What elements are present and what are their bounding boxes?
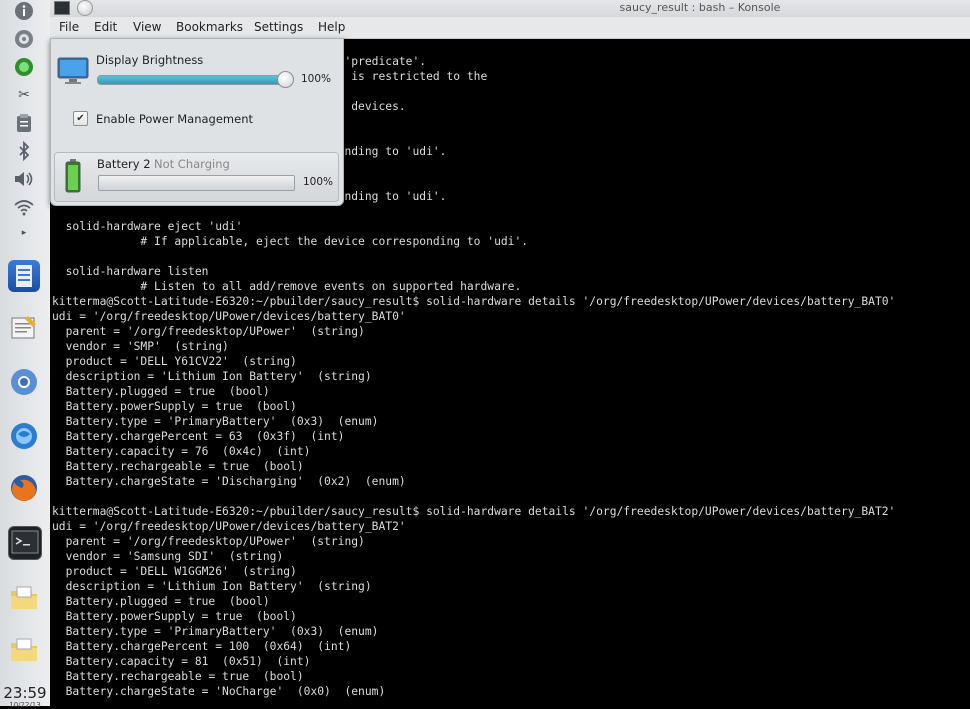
browser-icon[interactable] <box>8 420 40 452</box>
terminal-line: # Listen to all add/remove events on sup… <box>140 280 522 293</box>
terminal-line: vendor = 'Samsung SDI' (string) <box>65 550 284 563</box>
terminal-line: Battery.powerSupply = true (bool) <box>65 610 297 623</box>
text-editor-icon[interactable] <box>8 312 40 344</box>
left-panel: ✂ ▸ 23:59 10/22/13 <box>0 0 51 709</box>
terminal-line: Battery.capacity = 81 (0x51) (int) <box>65 655 311 668</box>
brightness-slider-handle[interactable] <box>277 71 294 88</box>
dvd-icon[interactable] <box>13 28 35 50</box>
folder-icon[interactable] <box>8 634 40 666</box>
terminal-line: Battery.rechargeable = true (bool) <box>65 670 304 683</box>
power-management-label[interactable]: Enable Power Management <box>96 112 253 126</box>
menu-help[interactable]: Help <box>318 20 345 34</box>
display-icon <box>57 57 89 84</box>
battery-status: Not Charging <box>154 157 230 171</box>
terminal-line: product = 'DELL W1GGM26' (string) <box>65 565 297 578</box>
brightness-slider[interactable] <box>97 75 291 85</box>
terminal-line: Battery.plugged = true (bool) <box>65 385 270 398</box>
terminal-line: description = 'Lithium Ion Battery' (str… <box>65 580 372 593</box>
terminal-line: Battery.chargePercent = 63 (0x3f) (int) <box>65 430 345 443</box>
clipboard-icon[interactable] <box>13 112 35 134</box>
terminal-line: udi = '/org/freedesktop/UPower/devices/b… <box>52 520 406 533</box>
info-icon[interactable] <box>13 0 35 22</box>
menu-view[interactable]: View <box>133 20 161 34</box>
terminal-line: Battery.chargeState = 'Discharging' (0x2… <box>65 475 406 488</box>
terminal-line: solid-hardware eject 'udi' <box>65 220 243 233</box>
terminal-line: solid-hardware listen <box>65 265 209 278</box>
terminal-line: parent = '/org/freedesktop/UPower' (stri… <box>65 535 365 548</box>
brightness-label: Display Brightness <box>96 53 204 67</box>
terminal-line: Battery.capacity = 76 (0x4c) (int) <box>65 445 311 458</box>
power-management-checkbox[interactable]: ✔ <box>73 111 88 126</box>
clock-date: 10/22/13 <box>9 701 41 709</box>
menu-edit[interactable]: Edit <box>94 20 117 34</box>
terminal-line: Battery.type = 'PrimaryBattery' (0x3) (e… <box>65 415 379 428</box>
battery-name: Battery 2 <box>97 157 151 171</box>
volume-icon[interactable] <box>13 168 35 190</box>
terminal-line: description = 'Lithium Ion Battery' (str… <box>65 370 372 383</box>
terminal-line: parent = '/org/freedesktop/UPower' (stri… <box>65 325 365 338</box>
terminal-line: Battery.chargePercent = 100 (0x64) (int) <box>65 640 352 653</box>
battery-monitor-popup: Display Brightness 100% ✔ Enable Power M… <box>50 38 344 206</box>
terminal-line: Battery.powerSupply = true (bool) <box>65 400 297 413</box>
chromium-icon[interactable] <box>8 366 40 398</box>
folder-icon[interactable] <box>8 582 40 614</box>
menu-bookmarks[interactable]: Bookmarks <box>176 20 243 34</box>
terminal-line: Battery.type = 'PrimaryBattery' (0x3) (e… <box>65 625 379 638</box>
file-manager-icon[interactable] <box>8 260 40 292</box>
menu-settings[interactable]: Settings <box>254 20 303 34</box>
menu-file[interactable]: File <box>59 20 79 34</box>
terminal-line: vendor = 'SMP' (string) <box>65 340 229 353</box>
terminal-line: kitterma@Scott-Latitude-E6320:~/pbuilder… <box>52 505 896 518</box>
terminal-line: kitterma@Scott-Latitude-E6320:~/pbuilder… <box>52 295 896 308</box>
clock[interactable]: 23:59 <box>0 684 50 702</box>
green-status-icon[interactable] <box>13 56 35 78</box>
firefox-icon[interactable] <box>8 472 40 504</box>
terminal-line: Battery.chargeState = 'NoCharge' (0x0) (… <box>65 685 386 698</box>
wifi-icon[interactable] <box>13 196 35 218</box>
battery-value: 100% <box>303 176 334 188</box>
terminal-line: udi = '/org/freedesktop/UPower/devices/b… <box>52 310 406 323</box>
brightness-value: 100% <box>301 73 332 85</box>
terminal-line: # If applicable, eject the device corres… <box>140 235 529 248</box>
battery-charge-bar <box>98 175 295 191</box>
battery-item: Battery 2 Not Charging 100% <box>54 152 339 202</box>
terminal-line: product = 'DELL Y61CV22' (string) <box>65 355 297 368</box>
konsole-icon[interactable] <box>8 526 42 560</box>
expand-arrow-icon[interactable]: ▸ <box>13 222 35 244</box>
menubar: File Edit View Bookmarks Settings Help <box>50 17 970 39</box>
battery-icon <box>65 159 81 193</box>
terminal-line: Battery.plugged = true (bool) <box>65 595 270 608</box>
bluetooth-icon[interactable] <box>13 140 35 162</box>
terminal-line: Battery.rechargeable = true (bool) <box>65 460 304 473</box>
window-titlebar[interactable]: saucy_result : bash – Konsole <box>50 0 970 17</box>
scissors-icon[interactable]: ✂ <box>13 84 35 106</box>
window-title: saucy_result : bash – Konsole <box>619 1 781 14</box>
